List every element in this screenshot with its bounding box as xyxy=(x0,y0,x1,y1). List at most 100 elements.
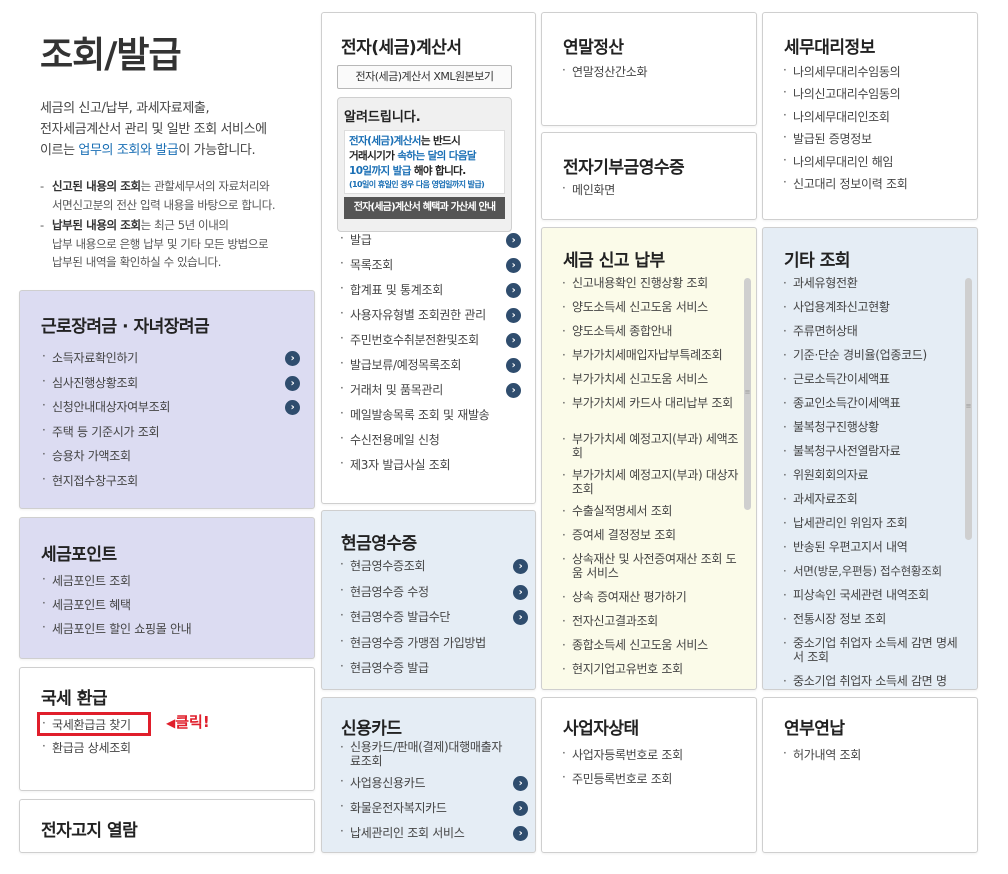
list-item-car-value[interactable]: 승용차 가액조회 xyxy=(42,447,300,472)
arrow-right-icon[interactable]: › xyxy=(513,584,528,600)
list-item-filing-11[interactable]: 상속 증여재산 평가하기 xyxy=(562,590,740,614)
list-item-cash-means[interactable]: 현금영수증 발급수단› xyxy=(340,608,528,634)
arrow-right-icon[interactable]: › xyxy=(506,333,521,348)
notice-benefit-button[interactable]: 전자(세금)계산서 혜택과 가산세 안내 xyxy=(344,197,505,219)
list-item-third-party[interactable]: 제3자 발급사실 조회 xyxy=(340,456,521,481)
list-item-pending[interactable]: 발급보류/예정목록조회› xyxy=(340,356,521,381)
list-item-other-14[interactable]: 전통시장 정보 조회 xyxy=(783,612,966,636)
list-item-filing-14[interactable]: 현지기업고유번호 조회 xyxy=(562,662,740,686)
arrow-right-icon[interactable]: › xyxy=(513,801,528,816)
list-item-cargo-card[interactable]: 화물운전자복지카드› xyxy=(340,799,528,824)
list-item-point-benefit[interactable]: 세금포인트 혜택 xyxy=(42,596,300,620)
list-item-partner[interactable]: 거래처 및 품목관리› xyxy=(340,381,521,406)
list-item-local-counter[interactable]: 현지접수창구조회 xyxy=(42,472,300,497)
list-item-point-inquiry[interactable]: 세금포인트 조회 xyxy=(42,572,300,596)
list-item-filing-12[interactable]: 전자신고결과조회 xyxy=(562,614,740,638)
list-item-card-sales[interactable]: 신용카드/판매(결제)대행매출자료조회 xyxy=(340,740,528,774)
list-item-other-3[interactable]: 기준·단순 경비율(업종코드) xyxy=(783,348,966,372)
arrow-right-icon[interactable]: › xyxy=(513,776,528,791)
scrollbar[interactable]: ≡ xyxy=(965,278,972,540)
list-item-other-0[interactable]: 과세유형전환 xyxy=(783,276,966,300)
list-item-agent-4[interactable]: 나의세무대리인 해임 xyxy=(783,153,968,175)
note-paid: - 납부된 내용의 조회는 최근 5년 이내의 납부 내용으로 은행 납부 및 … xyxy=(40,218,269,269)
arrow-right-icon[interactable]: › xyxy=(506,383,521,398)
list-item-filing-3[interactable]: 부가가치세매입자납부특례조회 xyxy=(562,348,740,372)
list-item-other-13[interactable]: 피상속인 국세관련 내역조회 xyxy=(783,588,966,612)
e-notice-panel[interactable]: 전자고지 열람 xyxy=(19,799,315,853)
list-item-filing-10[interactable]: 상속재산 및 사전증여재산 조회 도움 서비스 xyxy=(562,552,740,590)
list-item-permission[interactable]: 사용자유형별 조회권한 관리› xyxy=(340,306,521,331)
arrow-right-icon[interactable]: › xyxy=(285,375,300,391)
list-item-business-card[interactable]: 사업용신용카드› xyxy=(340,774,528,799)
list-item-filing-2[interactable]: 양도소득세 종합안내 xyxy=(562,324,740,348)
list-item-rrn-convert[interactable]: 주민번호수취분전환및조회› xyxy=(340,331,521,356)
list-item-agent-5[interactable]: 신고대리 정보이력 조회 xyxy=(783,175,968,197)
list-item-statistics[interactable]: 합계표 및 통계조회› xyxy=(340,281,521,306)
list-item-tax-manager[interactable]: 납세관리인 조회 서비스› xyxy=(340,824,528,849)
arrow-right-icon[interactable]: › xyxy=(506,258,521,273)
arrow-right-icon[interactable]: › xyxy=(506,233,521,248)
list-item-other-5[interactable]: 종교인소득간이세액표 xyxy=(783,396,966,420)
list-item-other-4[interactable]: 근로소득간이세액표 xyxy=(783,372,966,396)
list-item-refund-detail[interactable]: 환급금 상세조회 xyxy=(42,739,282,762)
list-item-main[interactable]: 메인화면 xyxy=(562,181,742,198)
list-item-review-status[interactable]: 심사진행상황조회› xyxy=(42,374,300,399)
list-item-other-15[interactable]: 중소기업 취업자 소득세 감면 명세서 조회 xyxy=(783,636,966,674)
panel-title: 전자(세금)계산서 xyxy=(341,38,462,58)
list-item-issue[interactable]: 발급› xyxy=(340,231,521,256)
list-item-filing-9[interactable]: 증여세 결정정보 조회 xyxy=(562,528,740,552)
list-item-list-inquiry[interactable]: 목록조회› xyxy=(340,256,521,281)
list-item-receive-mail[interactable]: 수신전용메일 신청 xyxy=(340,431,521,456)
list-item-filing-0[interactable]: 신고내용확인 진행상황 조회 xyxy=(562,276,740,300)
tax-agent-panel: 세무대리정보 나의세무대리수임동의 나의신고대리수임동의 나의세무대리인조회 발… xyxy=(762,12,978,220)
arrow-right-icon[interactable]: › xyxy=(506,283,521,298)
list-item-filing-8[interactable]: 수출실적명세서 조회 xyxy=(562,504,740,528)
list-item-other-11[interactable]: 반송된 우편고지서 내역 xyxy=(783,540,966,564)
list-item-agent-1[interactable]: 나의신고대리수임동의 xyxy=(783,85,968,107)
list-item-other-8[interactable]: 위원회회의자료 xyxy=(783,468,966,492)
list-item-agent-2[interactable]: 나의세무대리인조회 xyxy=(783,108,968,130)
list-item-cash-inquiry[interactable]: 현금영수증조회› xyxy=(340,557,528,583)
list-item-cash-issue[interactable]: 현금영수증 발급 xyxy=(340,659,528,685)
arrow-right-icon[interactable]: › xyxy=(285,400,300,415)
arrow-right-icon[interactable]: › xyxy=(285,351,300,366)
arrow-right-icon[interactable]: › xyxy=(513,826,528,841)
list-item-rrn[interactable]: 주민등록번호로 조회 xyxy=(562,770,742,794)
list-item-other-9[interactable]: 과세자료조회 xyxy=(783,492,966,516)
list-item-agent-0[interactable]: 나의세무대리수임동의 xyxy=(783,63,968,85)
scrollbar[interactable]: ≡ xyxy=(744,278,751,510)
list-item-other-6[interactable]: 불복청구진행상황 xyxy=(783,420,966,444)
list-item-filing-13[interactable]: 종합소득세 신고도움 서비스 xyxy=(562,638,740,662)
list-item-cash-merchant[interactable]: 현금영수증 가맹점 가입방법 xyxy=(340,634,528,660)
arrow-right-icon[interactable]: › xyxy=(506,358,521,373)
arrow-right-icon[interactable]: › xyxy=(506,308,521,323)
cash-receipt-panel: 현금영수증 현금영수증조회› 현금영수증 수정› 현금영수증 발급수단› 현금영… xyxy=(321,510,536,690)
list-item-income-data[interactable]: 소득자료확인하기› xyxy=(42,349,300,374)
list-item-filing-7[interactable]: 부가가치세 예정고지(부과) 대상자 조회 xyxy=(562,468,740,504)
list-item-agent-3[interactable]: 발급된 증명정보 xyxy=(783,130,968,152)
list-item-filing-1[interactable]: 양도소득세 신고도움 서비스 xyxy=(562,300,740,324)
arrow-right-icon[interactable]: › xyxy=(513,610,528,625)
list-item-filing-4[interactable]: 부가가치세 신고도움 서비스 xyxy=(562,372,740,396)
list-item-filing-5[interactable]: 부가가치세 카드사 대리납부 조회 xyxy=(562,396,740,432)
arrow-right-icon[interactable]: › xyxy=(513,559,528,574)
list-item-other-2[interactable]: 주류면허상태 xyxy=(783,324,966,348)
list-item-brn[interactable]: 사업자등록번호로 조회 xyxy=(562,746,742,770)
list-item-other-1[interactable]: 사업용계좌신고현황 xyxy=(783,300,966,324)
list-item-other-10[interactable]: 납세관리인 위임자 조회 xyxy=(783,516,966,540)
list-item-permit[interactable]: 허가내역 조회 xyxy=(783,746,963,770)
list-item-eligibility[interactable]: 신청안내대상자여부조회› xyxy=(42,398,300,423)
list-item-housing-price[interactable]: 주택 등 기준시가 조회 xyxy=(42,423,300,448)
list-item-other-12[interactable]: 서면(방문,우편등) 접수현황조회 xyxy=(783,564,966,588)
panel-title: 현금영수증 xyxy=(341,534,417,554)
installment-list: 허가내역 조회 xyxy=(783,746,963,770)
list-item-filing-6[interactable]: 부가가치세 예정고지(부과) 세액조회 xyxy=(562,432,740,468)
list-item-cash-edit[interactable]: 현금영수증 수정› xyxy=(340,583,528,609)
list-item-other-16[interactable]: 중소기업 취업자 소득세 감면 명 xyxy=(783,674,966,689)
panel-title: 신용카드 xyxy=(341,719,402,739)
xml-view-button[interactable]: 전자(세금)계산서 XML원본보기 xyxy=(337,65,512,89)
list-item-other-7[interactable]: 불복청구사전열람자료 xyxy=(783,444,966,468)
list-item-simplified[interactable]: 연말정산간소화 xyxy=(562,63,742,80)
list-item-point-shop[interactable]: 세금포인트 할인 쇼핑몰 안내 xyxy=(42,620,300,644)
list-item-mail-resend[interactable]: 메일발송목록 조회 및 재발송 xyxy=(340,406,521,431)
